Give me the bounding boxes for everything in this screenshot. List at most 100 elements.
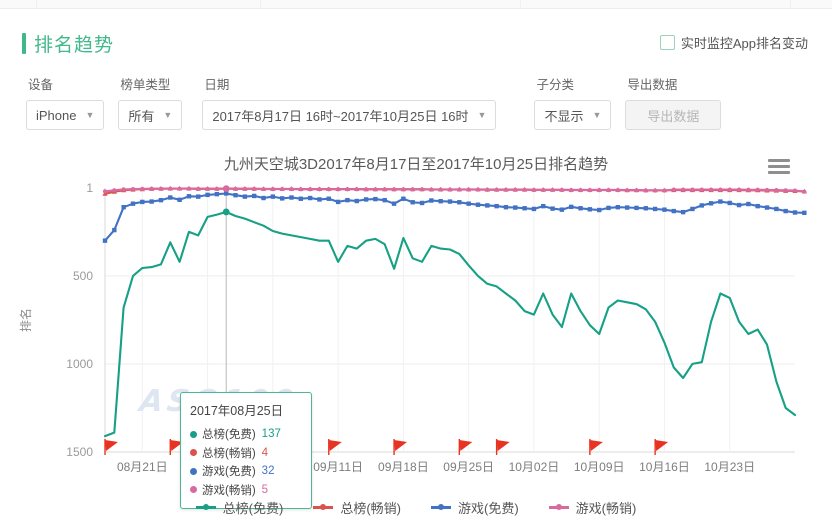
series-point [578, 206, 583, 211]
series-point [289, 186, 294, 192]
legend-item[interactable]: 总榜(免费) [195, 498, 283, 517]
chevron-down-icon: ▼ [477, 109, 487, 120]
series-point [270, 186, 275, 192]
listtype-select-value: 所有 [128, 108, 155, 124]
event-flag-marker[interactable] [458, 439, 473, 455]
series-point [149, 186, 154, 191]
series-point [541, 187, 546, 193]
series-point [764, 205, 770, 210]
series-point [233, 186, 238, 191]
x-axis-tick-label: 10月23日 [704, 460, 755, 474]
top-strip [0, 0, 832, 9]
series-point [140, 186, 145, 191]
series-point [298, 196, 304, 201]
series-point [317, 197, 322, 202]
series-point [102, 189, 108, 194]
event-flag-marker[interactable] [495, 439, 510, 455]
legend-item[interactable]: 总榜(畅销) [313, 498, 401, 517]
tooltip-series-value: 137 [261, 428, 281, 440]
event-flag-marker[interactable] [393, 439, 408, 455]
series-point [382, 197, 387, 203]
event-flag-marker[interactable] [104, 439, 118, 455]
series-point [746, 187, 751, 192]
series-point [662, 207, 667, 212]
series-point [438, 187, 443, 192]
tooltip-series-value: 4 [261, 446, 269, 459]
series-point [401, 187, 406, 192]
series-point [587, 188, 592, 193]
y-axis-tick-label: 1 [86, 181, 93, 195]
subcategory-select-value: 不显示 [544, 108, 584, 124]
device-select-value: iPhone [36, 107, 77, 123]
series-point [158, 186, 164, 191]
series-point [196, 194, 201, 199]
series-point [550, 206, 555, 211]
series-point [690, 206, 695, 212]
series-point [298, 187, 303, 192]
realtime-monitor-label: 实时监控App排名变动 [680, 36, 808, 51]
series-point [727, 200, 732, 206]
daterange-select[interactable]: 2017年8月17日 16时~2017年10月25日 16时 ▼ [202, 100, 497, 130]
series-point [466, 187, 471, 192]
series-point [503, 187, 509, 192]
series-point [205, 192, 210, 198]
tooltip-date: 2017年08月25日 [190, 404, 284, 418]
filter-subcategory-label: 子分类 [536, 78, 574, 92]
y-axis-tick-label: 1500 [66, 445, 93, 459]
legend-marker [313, 504, 334, 510]
series-point [419, 187, 425, 192]
y-axis-title: 排名 [18, 308, 33, 332]
series-point [755, 203, 760, 209]
event-flag-marker[interactable] [328, 439, 342, 455]
series-point [736, 202, 742, 208]
series-point [578, 188, 583, 193]
filter-bar: 设备 iPhone ▼ 榜单类型 所有 ▼ 日期 2017年8月17日 16时~… [26, 74, 735, 130]
series-point [466, 201, 471, 206]
listtype-select[interactable]: 所有 ▼ [118, 100, 183, 130]
series-point [279, 196, 285, 201]
series-point [746, 201, 751, 207]
series-point [681, 187, 686, 192]
realtime-monitor-checkbox[interactable]: 实时监控App排名变动 [659, 33, 808, 52]
title-accent-bar [22, 33, 26, 54]
series-point [699, 203, 704, 208]
chart-legend: 总榜(免费) 总榜(畅销) 游戏(免费) 游戏(畅销) [0, 498, 832, 517]
series-point [634, 205, 639, 211]
series-point [391, 187, 397, 192]
event-flag-marker[interactable] [654, 439, 669, 455]
series-point [177, 186, 182, 191]
series-point [410, 187, 415, 192]
series-point [634, 188, 639, 193]
event-flag-marker[interactable] [589, 439, 603, 455]
series-point [559, 187, 564, 193]
subcategory-select[interactable]: 不显示 ▼ [534, 100, 612, 130]
y-axis-tick-label: 1000 [66, 357, 93, 371]
filter-daterange: 日期 2017年8月17日 16时~2017年10月25日 16时 ▼ [202, 74, 497, 130]
export-data-button[interactable]: 导出数据 [625, 100, 722, 130]
checkbox-icon[interactable] [659, 35, 675, 50]
legend-label: 游戏(免费) [458, 501, 519, 516]
series-point [168, 186, 173, 191]
series-point [606, 205, 611, 211]
series-point [671, 187, 676, 192]
device-select[interactable]: iPhone ▼ [26, 100, 105, 130]
series-point [251, 193, 257, 199]
series-color-dot [190, 486, 197, 493]
series-point [643, 188, 648, 193]
series-point [494, 203, 499, 209]
series-point [550, 187, 555, 193]
legend-item[interactable]: 游戏(免费) [431, 498, 519, 517]
series-point [242, 186, 247, 191]
x-axis-tick-label: 10月02日 [509, 460, 560, 474]
series-point [252, 186, 257, 191]
legend-item[interactable]: 游戏(畅销) [548, 498, 636, 517]
series-point [242, 194, 248, 199]
series-point [485, 203, 490, 208]
filter-export: 导出数据 导出数据 [625, 74, 722, 130]
chart-plot-area: 150010001500排名08月21日08月28日09月04日09月11日09… [18, 181, 807, 474]
tooltip-series-value: 32 [261, 465, 275, 477]
x-axis-tick-label: 09月18日 [378, 460, 429, 474]
series-point [373, 196, 378, 202]
series-point [643, 206, 649, 211]
filter-listtype: 榜单类型 所有 ▼ [118, 74, 183, 130]
